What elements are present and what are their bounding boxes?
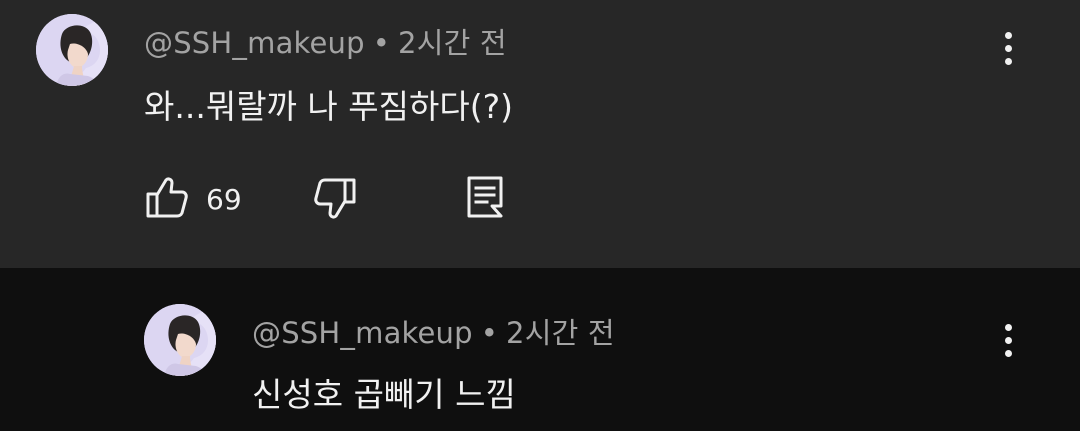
like-count: 69 [206, 182, 242, 216]
timestamp: 2시간 전 [398, 26, 507, 60]
meta-separator: • [372, 26, 391, 60]
thumbs-down-icon [312, 176, 358, 226]
reply-button[interactable] [462, 174, 508, 224]
author-name[interactable]: @SSH_makeup [144, 26, 365, 60]
meta-separator: • [480, 316, 499, 350]
thumbs-up-icon [144, 174, 190, 224]
comment-text: 신성호 곱빼기 느낌 [252, 375, 516, 414]
avatar[interactable] [36, 14, 108, 86]
comment-text: 와...뭐랄까 나 푸짐하다(?) [144, 87, 513, 126]
avatar[interactable] [144, 304, 216, 376]
author-name[interactable]: @SSH_makeup [252, 316, 473, 350]
comment-meta: @SSH_makeup • 2시간 전 [144, 20, 507, 62]
timestamp: 2시간 전 [506, 316, 615, 350]
dislike-button[interactable] [312, 176, 358, 226]
comment-meta: @SSH_makeup • 2시간 전 [252, 310, 615, 352]
more-vert-icon[interactable] [993, 314, 1023, 366]
like-button[interactable]: 69 [144, 174, 242, 224]
more-vert-icon[interactable] [993, 22, 1023, 74]
reply-icon [462, 174, 508, 224]
comment-card: @SSH_makeup • 2시간 전 와...뭐랄까 나 푸짐하다(?) 69 [0, 0, 1080, 268]
reply-comment-card: @SSH_makeup • 2시간 전 신성호 곱빼기 느낌 [0, 268, 1080, 431]
